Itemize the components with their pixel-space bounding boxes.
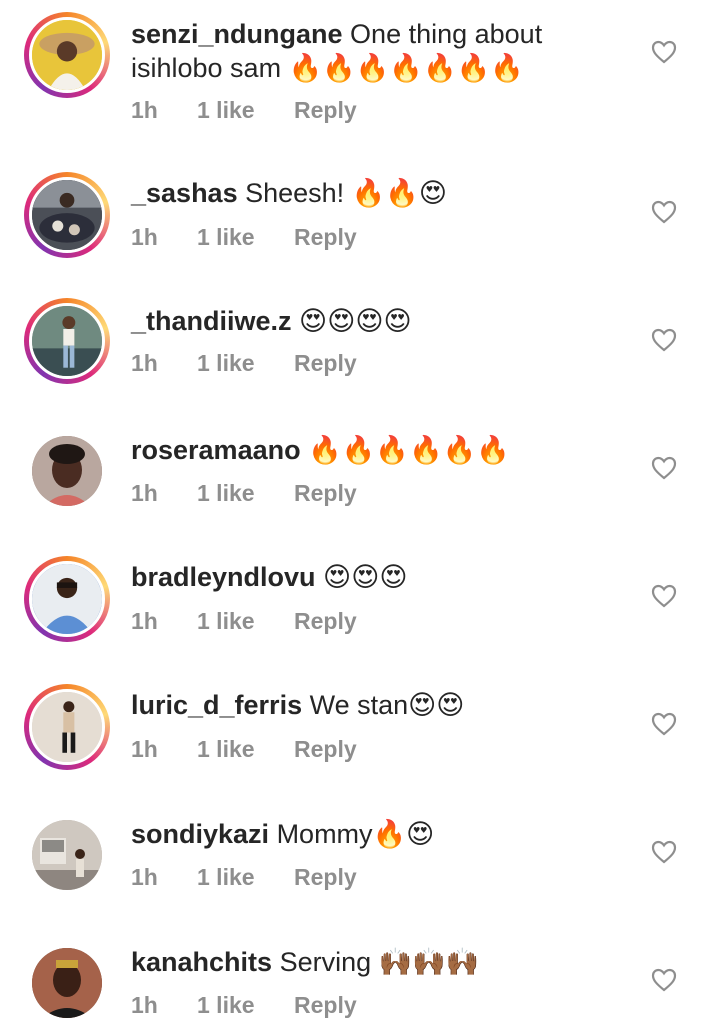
comment-text: bradleyndlovu 😍😍😍	[131, 560, 580, 594]
like-count[interactable]: 1 like	[197, 480, 294, 507]
like-count[interactable]: 1 like	[197, 97, 294, 124]
avatar[interactable]	[24, 940, 110, 1026]
username[interactable]: _sashas	[131, 178, 238, 208]
heart-outline-icon[interactable]	[651, 456, 677, 480]
avatar[interactable]	[24, 684, 110, 770]
timestamp: 1h	[131, 97, 158, 123]
timestamp: 1h	[131, 864, 158, 890]
reply-button[interactable]: Reply	[294, 736, 357, 763]
reply-button[interactable]: Reply	[294, 97, 357, 124]
heart-outline-icon[interactable]	[651, 40, 677, 64]
avatar[interactable]	[24, 556, 110, 642]
avatar[interactable]	[24, 298, 110, 384]
username[interactable]: bradleyndlovu	[131, 562, 316, 592]
username[interactable]: sondiykazi	[131, 819, 269, 849]
heart-outline-icon[interactable]	[651, 968, 677, 992]
like-count[interactable]: 1 like	[197, 350, 294, 377]
avatar[interactable]	[24, 812, 110, 898]
comment-meta: 1h 1 like Reply	[131, 480, 357, 507]
avatar[interactable]	[24, 428, 110, 514]
timestamp: 1h	[131, 736, 158, 762]
comment-meta: 1h 1 like Reply	[131, 864, 357, 891]
comment-text: _thandiiwe.z 😍😍😍😍	[131, 304, 580, 338]
username[interactable]: luric_d_ferris	[131, 690, 302, 720]
comment-meta: 1h 1 like Reply	[131, 608, 357, 635]
like-count[interactable]: 1 like	[197, 736, 294, 763]
avatar[interactable]	[24, 172, 110, 258]
timestamp: 1h	[131, 480, 158, 506]
reply-button[interactable]: Reply	[294, 864, 357, 891]
username[interactable]: kanahchits	[131, 947, 272, 977]
comment-meta: 1h 1 like Reply	[131, 97, 357, 124]
comment-meta: 1h 1 like Reply	[131, 224, 357, 251]
like-count[interactable]: 1 like	[197, 864, 294, 891]
comment-body: 😍😍😍	[323, 562, 408, 592]
timestamp: 1h	[131, 350, 158, 376]
comment-text: senzi_ndungane One thing about isihlobo …	[131, 17, 580, 85]
heart-outline-icon[interactable]	[651, 200, 677, 224]
username[interactable]: _thandiiwe.z	[131, 306, 292, 336]
username[interactable]: roseramaano	[131, 435, 301, 465]
reply-button[interactable]: Reply	[294, 480, 357, 507]
comment-body: 😍😍😍😍	[299, 306, 412, 336]
heart-outline-icon[interactable]	[651, 328, 677, 352]
comment-body: 🔥🔥🔥🔥🔥🔥	[308, 435, 510, 465]
comment-text: luric_d_ferris We stan😍😍	[131, 688, 580, 722]
comment-body: We stan😍😍	[309, 690, 465, 720]
comment-text: sondiykazi Mommy🔥😍	[131, 817, 580, 851]
comment-text: roseramaano 🔥🔥🔥🔥🔥🔥	[131, 433, 580, 467]
heart-outline-icon[interactable]	[651, 840, 677, 864]
comment-body: Serving 🙌🏾🙌🏾🙌🏾	[279, 947, 480, 977]
comment-text: kanahchits Serving 🙌🏾🙌🏾🙌🏾	[131, 945, 580, 979]
timestamp: 1h	[131, 224, 158, 250]
heart-outline-icon[interactable]	[651, 584, 677, 608]
comment-body: Sheesh! 🔥🔥😍	[245, 178, 448, 208]
heart-outline-icon[interactable]	[651, 712, 677, 736]
comment-body: Mommy🔥😍	[276, 819, 435, 849]
reply-button[interactable]: Reply	[294, 608, 357, 635]
comment-meta: 1h 1 like Reply	[131, 736, 357, 763]
reply-button[interactable]: Reply	[294, 224, 357, 251]
comment-meta: 1h 1 like Reply	[131, 350, 357, 377]
username[interactable]: senzi_ndungane	[131, 19, 343, 49]
timestamp: 1h	[131, 608, 158, 634]
like-count[interactable]: 1 like	[197, 608, 294, 635]
like-count[interactable]: 1 like	[197, 224, 294, 251]
comment-text: _sashas Sheesh! 🔥🔥😍	[131, 176, 580, 210]
avatar[interactable]	[24, 12, 110, 98]
reply-button[interactable]: Reply	[294, 350, 357, 377]
